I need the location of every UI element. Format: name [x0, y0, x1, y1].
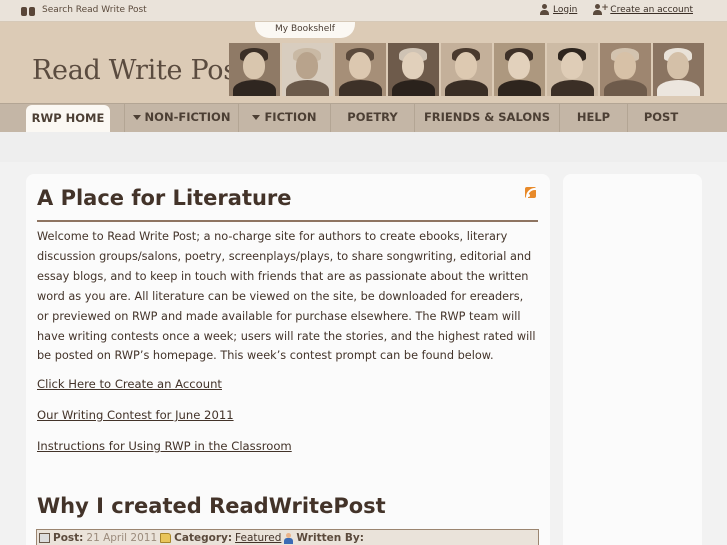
nav-fiction[interactable]: FICTION [239, 104, 331, 132]
search-label: Search Read Write Post [42, 5, 147, 15]
nav-poetry[interactable]: POETRY [331, 104, 415, 132]
portrait-icon [282, 43, 333, 96]
portrait-icon [229, 43, 280, 96]
writing-contest-link[interactable]: Our Writing Contest for June 2011 [37, 408, 234, 422]
category-label: Category: [174, 532, 233, 544]
intro-paragraph: Welcome to Read Write Post; a no-charge … [37, 230, 536, 363]
post-date: 21 April 2011 [86, 532, 158, 544]
main-nav: RWP HOME NON-FICTION FICTION POETRY FRIE… [0, 103, 727, 133]
user-icon [540, 4, 550, 15]
portrait-icon [335, 43, 386, 96]
account-links: Login + Create an account [540, 3, 693, 15]
nav-label: POST [643, 110, 679, 124]
written-by-label: Written By: [296, 532, 364, 544]
top-bar: Search Read Write Post Login + Create an… [0, 0, 727, 22]
binoculars-icon [20, 4, 36, 16]
post-meta-bar: Post: 21 April 2011 Category: Featured W… [36, 529, 539, 545]
subnav-strip [0, 132, 727, 162]
folder-icon [160, 533, 172, 543]
portrait-icon [494, 43, 545, 96]
site-title[interactable]: Read Write Post [32, 55, 248, 86]
nav-label: FICTION [264, 110, 317, 124]
portrait-icon [600, 43, 651, 96]
author-portraits [229, 43, 704, 96]
my-bookshelf-tab[interactable]: My Bookshelf [255, 22, 355, 38]
portrait-icon [441, 43, 492, 96]
author-icon [284, 532, 294, 544]
dropdown-arrow-icon [132, 115, 141, 120]
portrait-icon [388, 43, 439, 96]
search-link[interactable]: Search Read Write Post [20, 4, 147, 16]
page-title: A Place for Literature [37, 186, 292, 210]
nav-label: RWP HOME [31, 111, 105, 125]
dropdown-arrow-icon [252, 115, 261, 120]
rss-icon[interactable] [525, 187, 536, 198]
title-divider [37, 220, 538, 222]
portrait-icon [653, 43, 704, 96]
post-date-label: Post: [53, 532, 84, 544]
post-title[interactable]: Why I created ReadWritePost [37, 494, 386, 518]
calendar-icon [39, 533, 50, 543]
nav-label: NON-FICTION [144, 110, 231, 124]
login-link[interactable]: Login [553, 5, 577, 15]
sidebar [563, 174, 702, 545]
nav-rwp-home[interactable]: RWP HOME [26, 105, 110, 133]
create-account-cta-link[interactable]: Click Here to Create an Account [37, 377, 222, 391]
classroom-instructions-link[interactable]: Instructions for Using RWP in the Classr… [37, 439, 292, 453]
nav-post[interactable]: POST [628, 104, 694, 132]
create-account-link[interactable]: Create an account [610, 5, 693, 15]
nav-friends-salons[interactable]: FRIENDS & SALONS [415, 104, 560, 132]
nav-non-fiction[interactable]: NON-FICTION [124, 104, 239, 132]
nav-label: POETRY [347, 110, 398, 124]
portrait-icon [547, 43, 598, 96]
nav-label: HELP [576, 110, 611, 124]
add-user-icon: + [593, 3, 609, 15]
nav-label: FRIENDS & SALONS [423, 110, 551, 124]
category-link[interactable]: Featured [235, 532, 281, 544]
nav-help[interactable]: HELP [560, 104, 628, 132]
